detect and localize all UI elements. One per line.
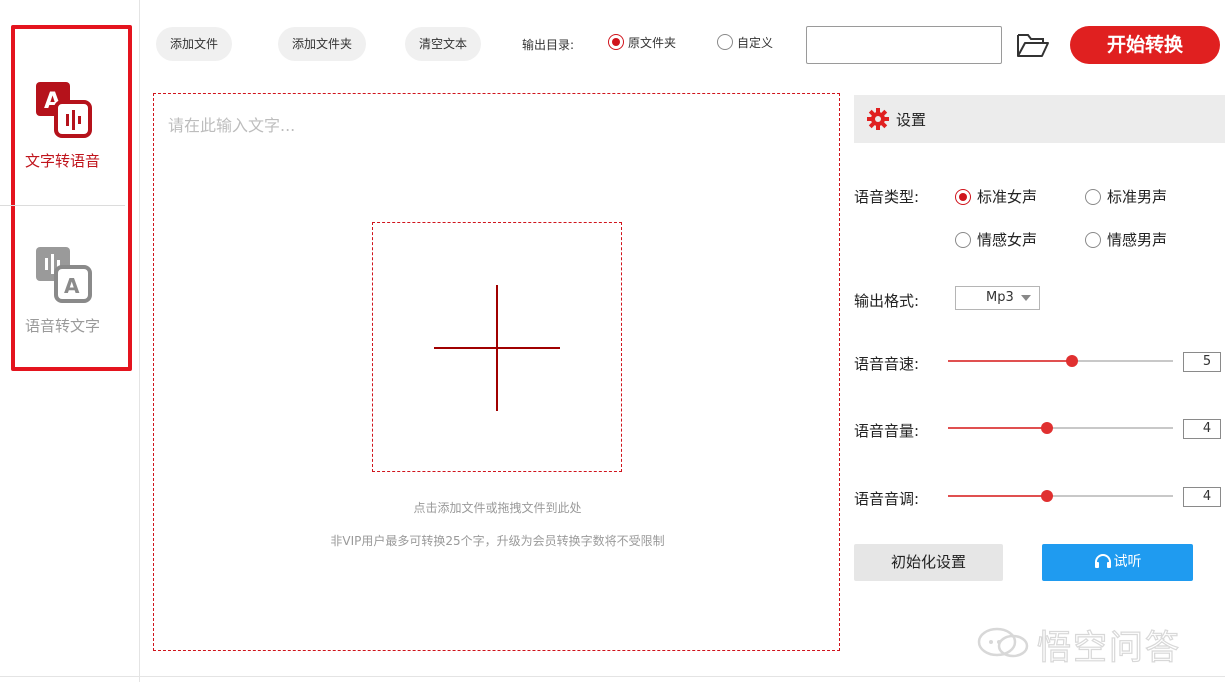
output-format-value: Mp3 <box>986 290 1014 305</box>
start-convert-button[interactable]: 开始转换 <box>1070 26 1220 64</box>
slider-handle[interactable] <box>1066 355 1078 367</box>
voice-option-standard-male[interactable]: 标准男声 <box>1085 186 1167 207</box>
sidebar-item-text-to-speech[interactable]: A 文字转语音 <box>0 80 125 171</box>
bottom-border <box>0 676 1225 677</box>
volume-label: 语音音量: <box>854 422 920 440</box>
radio-indicator <box>955 189 971 205</box>
settings-title: 设置 <box>896 111 927 129</box>
slider-handle[interactable] <box>1041 490 1053 502</box>
toolbar: 添加文件 添加文件夹 清空文本 输出目录: 原文件夹 自定义 开始转换 <box>140 0 1225 88</box>
output-format-label: 输出格式: <box>854 292 920 310</box>
plus-icon-vertical <box>496 285 498 411</box>
watermark-text: 悟空问答 <box>1036 627 1181 668</box>
watermark: 悟空问答 <box>975 616 1215 669</box>
svg-text:A: A <box>64 274 80 298</box>
radio-indicator <box>955 232 971 248</box>
slider-fill <box>948 360 1072 362</box>
headphones-icon <box>1094 554 1111 568</box>
preview-listen-button[interactable]: 试听 <box>1042 544 1193 581</box>
radio-indicator <box>1085 232 1101 248</box>
slider-fill <box>948 427 1047 429</box>
radio-indicator <box>717 34 733 50</box>
preview-listen-label: 试听 <box>1113 554 1142 570</box>
dropzone-hint: 点击添加文件或拖拽文件到此处 <box>413 501 582 515</box>
radio-label: 情感男声 <box>1107 231 1168 249</box>
sidebar-item-label: 文字转语音 <box>24 152 100 170</box>
radio-label: 情感女声 <box>977 231 1038 249</box>
voice-option-emotional-female[interactable]: 情感女声 <box>955 229 1037 250</box>
text-input[interactable] <box>168 112 818 142</box>
radio-label: 原文件夹 <box>628 36 677 50</box>
output-dir-label: 输出目录: <box>522 38 575 52</box>
pitch-slider[interactable] <box>948 489 1173 503</box>
slider-handle[interactable] <box>1041 422 1053 434</box>
output-original-radio[interactable]: 原文件夹 <box>608 34 676 51</box>
folder-open-icon[interactable] <box>1015 30 1051 60</box>
settings-header: 设置 <box>854 95 1225 143</box>
radio-label: 标准男声 <box>1107 188 1168 206</box>
speed-slider[interactable] <box>948 354 1173 368</box>
voice-option-standard-female[interactable]: 标准女声 <box>955 186 1037 207</box>
sidebar-divider <box>0 205 125 206</box>
speed-label: 语音音速: <box>854 355 920 373</box>
radio-label: 自定义 <box>737 36 774 50</box>
reset-settings-button[interactable]: 初始化设置 <box>854 544 1003 581</box>
add-file-button[interactable]: 添加文件 <box>156 27 233 61</box>
clear-text-button[interactable]: 清空文本 <box>405 27 482 61</box>
gear-icon <box>867 108 889 130</box>
radio-indicator <box>1085 189 1101 205</box>
radio-indicator <box>608 34 624 50</box>
text-editor-area: 点击添加文件或拖拽文件到此处 非VIP用户最多可转换25个字，升级为会员转换字数… <box>153 93 840 651</box>
add-folder-button[interactable]: 添加文件夹 <box>278 27 367 61</box>
chevron-down-icon <box>1021 295 1031 301</box>
output-format-select[interactable]: Mp3 <box>955 286 1040 310</box>
output-custom-radio[interactable]: 自定义 <box>717 34 773 51</box>
sidebar: A 文字转语音 A 语音转文字 <box>0 0 140 682</box>
chat-bubble-logo-icon <box>977 627 1029 658</box>
speed-value-box[interactable]: 5 <box>1183 352 1221 372</box>
text-to-speech-icon: A <box>35 82 92 138</box>
voice-type-label: 语音类型: <box>854 188 920 206</box>
sidebar-item-label: 语音转文字 <box>24 317 100 335</box>
pitch-value-box[interactable]: 4 <box>1183 487 1221 507</box>
sidebar-item-speech-to-text[interactable]: A 语音转文字 <box>0 245 125 336</box>
output-path-input[interactable] <box>806 26 1002 64</box>
volume-value-box[interactable]: 4 <box>1183 419 1221 439</box>
voice-option-emotional-male[interactable]: 情感男声 <box>1085 229 1167 250</box>
radio-label: 标准女声 <box>977 188 1038 206</box>
volume-slider[interactable] <box>948 421 1173 435</box>
speech-to-text-icon: A <box>35 247 92 303</box>
file-dropzone[interactable] <box>372 222 622 472</box>
pitch-label: 语音音调: <box>854 490 920 508</box>
vip-limit-hint: 非VIP用户最多可转换25个字，升级为会员转换字数将不受限制 <box>330 534 665 548</box>
slider-fill <box>948 495 1047 497</box>
